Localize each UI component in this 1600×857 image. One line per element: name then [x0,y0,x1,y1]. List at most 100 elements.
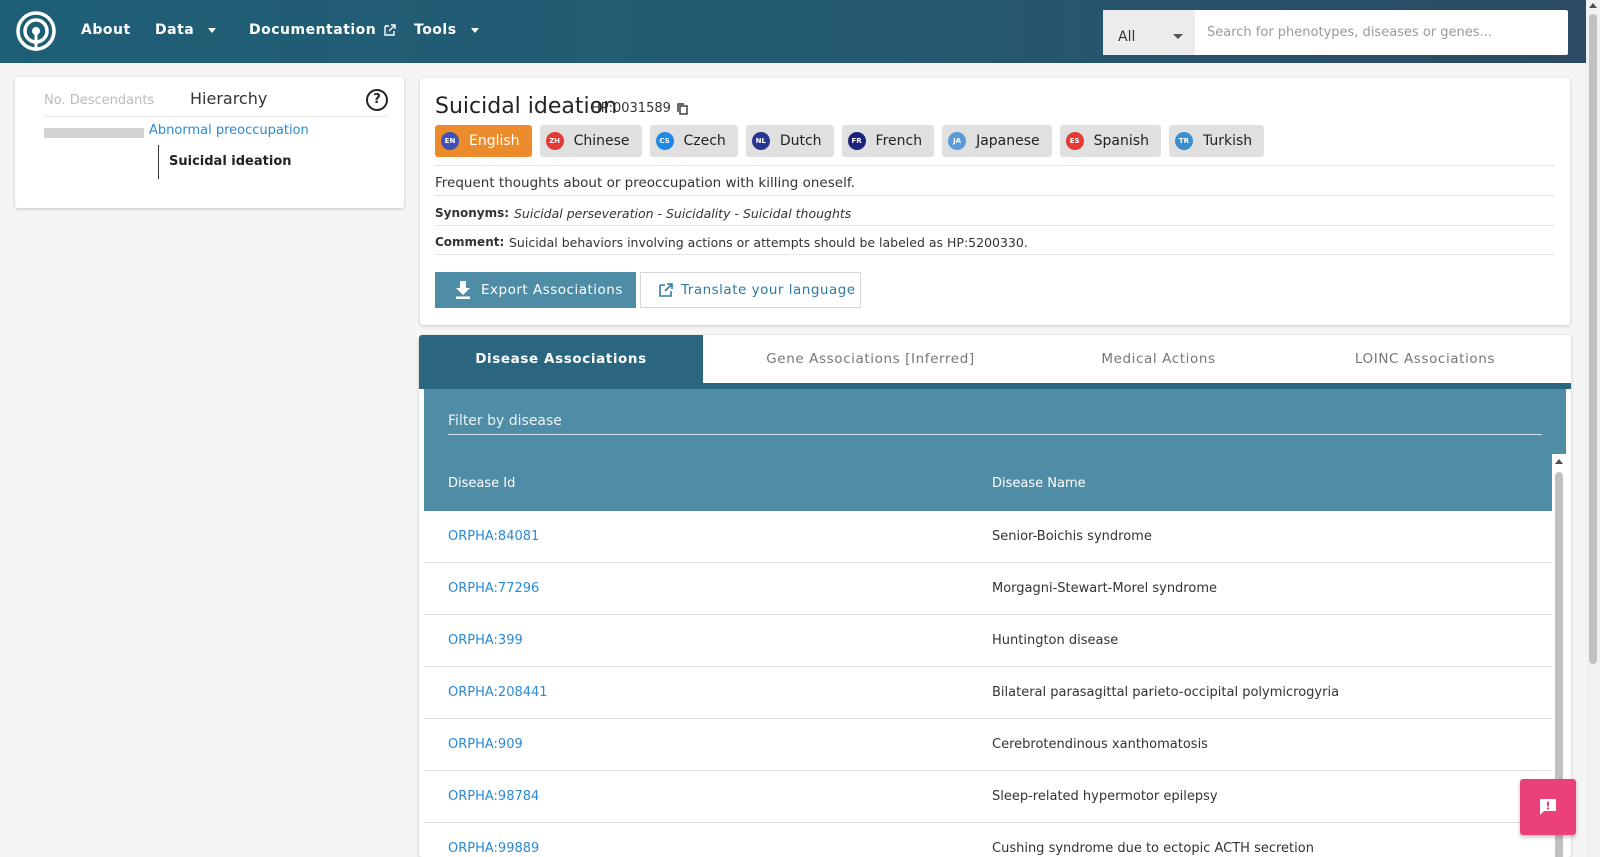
external-link-icon [659,283,673,297]
comment-value: Suicidal behaviors involving actions or … [509,235,1028,250]
language-chip-turkish[interactable]: TR Turkish [1168,125,1265,157]
disease-name: Sleep-related hypermotor epilepsy [992,789,1218,804]
tab-gene-associations[interactable]: Gene Associations [Inferred] [703,335,1038,383]
page-scrollbar[interactable] [1586,0,1600,857]
disease-id-link[interactable]: ORPHA:77296 [448,581,539,596]
disease-id-link[interactable]: ORPHA:84081 [448,529,539,544]
hpo-logo-icon[interactable] [15,11,57,53]
flag-icon: NL [751,132,770,150]
flag-icon: CS [655,132,674,150]
language-label: French [875,133,923,149]
disease-name: Huntington disease [992,633,1119,648]
disease-name: Bilateral parasagittal parieto-occipital… [992,685,1340,700]
column-header-disease-id[interactable]: Disease Id [448,476,515,491]
language-chip-japanese[interactable]: JA Japanese [942,125,1052,157]
scroll-up-arrow-icon[interactable] [1555,459,1563,464]
table-row: ORPHA:208441 Bilateral parasagittal parie… [424,667,1552,719]
disease-name: Morgagni-Stewart-Morel syndrome [992,581,1217,596]
scroll-up-arrow-icon[interactable] [1589,3,1597,8]
disease-id-link[interactable]: ORPHA:909 [448,737,523,752]
hierarchy-card: No. Descendants Hierarchy ? Abnormal pre… [15,77,404,208]
table-row: ORPHA:99889 Cushing syndrome due to ectop… [424,823,1552,857]
language-label: English [469,133,520,149]
table-row: ORPHA:84081 Senior-Boichis syndrome [424,511,1552,563]
language-chip-french[interactable]: FR French [841,125,935,157]
disease-id-link[interactable]: ORPHA:99889 [448,841,539,856]
download-icon [456,281,470,299]
nav-tools-label: Tools [414,22,457,38]
tab-disease-associations[interactable]: Disease Associations [419,335,703,383]
language-label: Dutch [779,133,822,149]
parent-term-link[interactable]: Abnormal preoccupation [149,123,309,138]
help-icon[interactable]: ? [366,89,388,111]
feedback-button[interactable] [1520,779,1576,835]
hierarchy-title[interactable]: Hierarchy [190,89,267,108]
top-navbar: About Data Documentation Tools All [0,0,1586,63]
nav-data-label: Data [155,22,195,38]
search-input[interactable] [1195,10,1568,55]
language-chip-spanish[interactable]: ES Spanish [1059,125,1161,157]
language-label: Spanish [1093,133,1149,149]
copy-icon[interactable] [677,102,688,115]
flag-icon: ZH [545,132,564,150]
language-chips: EN English ZH Chinese CS Czech NL Dutch FR French… [435,125,1265,157]
table-row: ORPHA:399 Huntington disease [424,615,1552,667]
column-header-disease-name[interactable]: Disease Name [992,476,1086,491]
flag-icon: JA [948,132,967,150]
language-chip-dutch[interactable]: NL Dutch [745,125,834,157]
term-title: Suicidal ideation [435,94,618,119]
term-definition: Frequent thoughts about or preoccupation… [435,175,855,191]
flag-icon: ES [1065,132,1084,150]
disease-name: Cerebrotendinous xanthomatosis [992,737,1208,752]
flag-icon: FR [847,132,866,150]
table-row: ORPHA:909 Cerebrotendinous xanthomatosis [424,719,1552,771]
tab-medical-actions[interactable]: Medical Actions [1038,335,1279,383]
language-label: Czech [683,133,726,149]
tab-loinc-associations[interactable]: LOINC Associations [1279,335,1571,383]
language-label: Chinese [573,133,630,149]
nav-data[interactable]: Data [155,22,217,38]
flag-icon: TR [1174,132,1193,150]
disease-name: Cushing syndrome due to ectopic ACTH sec… [992,841,1314,856]
term-card: Suicidal ideation HP:0031589 EN English ZH… [420,78,1570,325]
chevron-down-icon [208,27,217,33]
table-header: Disease Id Disease Name [424,454,1552,511]
disease-associations-panel: Disease Id Disease Name ORPHA:84081 Senio… [424,389,1566,857]
divider [435,165,1555,166]
scrollbar-thumb[interactable] [1589,14,1597,664]
search-bar: All [1103,10,1568,55]
filter-by-disease-input[interactable] [448,407,1542,435]
divider [435,254,1555,255]
nav-about[interactable]: About [81,22,131,38]
external-link-icon [384,24,396,36]
association-tabs: Disease Associations Gene Associations [… [419,335,1571,383]
descendants-bar [44,128,144,138]
search-scope-value: All [1118,29,1136,45]
export-associations-label: Export Associations [481,282,623,298]
current-term: Suicidal ideation [169,154,292,169]
language-chip-chinese[interactable]: ZH Chinese [539,125,642,157]
associations-card: Disease Associations Gene Associations [… [419,335,1571,857]
nav-documentation-label: Documentation [249,22,377,38]
search-scope-select[interactable]: All [1103,10,1195,55]
hierarchy-connector [158,145,159,179]
export-associations-button[interactable]: Export Associations [435,272,636,308]
language-chip-english[interactable]: EN English [435,125,532,157]
nav-about-label: About [81,22,131,38]
feedback-icon [1540,799,1556,815]
disease-id-link[interactable]: ORPHA:98784 [448,789,539,804]
term-id: HP:0031589 [591,101,688,116]
hierarchy-header: No. Descendants Hierarchy ? [44,89,388,117]
nav-documentation[interactable]: Documentation [249,22,396,38]
chevron-down-icon [470,27,479,33]
disease-id-link[interactable]: ORPHA:399 [448,633,523,648]
disease-id-link[interactable]: ORPHA:208441 [448,685,548,700]
language-label: Japanese [976,133,1040,149]
divider [435,225,1555,226]
language-chip-czech[interactable]: CS Czech [649,125,738,157]
synonyms-label: Synonyms: [435,206,510,220]
translate-language-button[interactable]: Translate your language [640,272,861,308]
nav-tools[interactable]: Tools [414,22,479,38]
descendants-label[interactable]: No. Descendants [44,93,154,108]
chevron-down-icon [1173,34,1183,39]
